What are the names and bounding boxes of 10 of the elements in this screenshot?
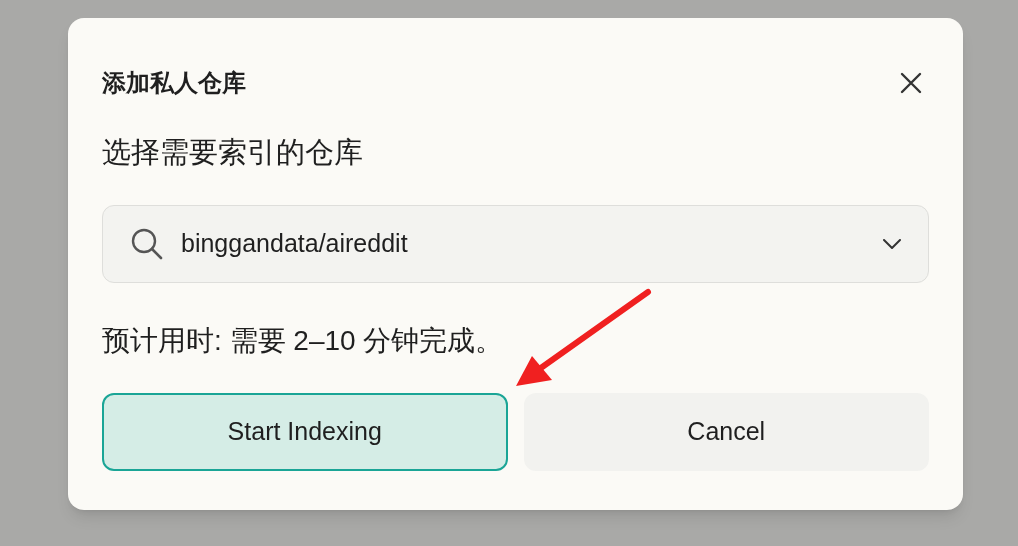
dialog-title: 添加私人仓库 xyxy=(102,71,246,95)
repository-select[interactable]: binggandata/aireddit xyxy=(102,205,929,283)
close-icon[interactable] xyxy=(898,70,924,96)
cancel-button[interactable]: Cancel xyxy=(523,393,929,471)
start-indexing-button[interactable]: Start Indexing xyxy=(102,393,508,471)
estimate-text: 预计用时: 需要 2–10 分钟完成。 xyxy=(102,327,505,355)
select-value: binggandata/aireddit xyxy=(181,228,409,260)
field-label: 选择需要索引的仓库 xyxy=(102,138,364,167)
chevron-down-icon xyxy=(883,239,901,249)
search-icon xyxy=(130,227,164,261)
